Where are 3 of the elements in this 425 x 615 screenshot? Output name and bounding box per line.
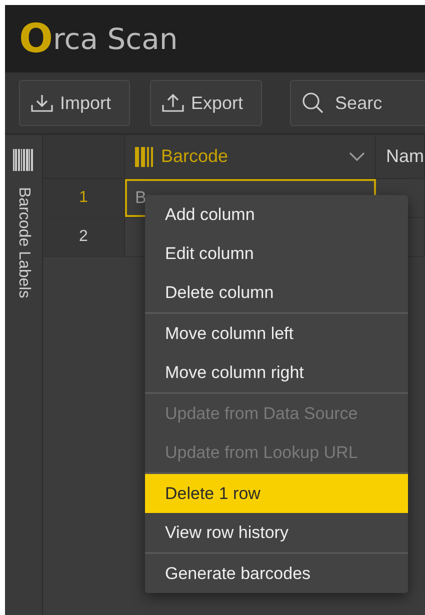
logo: Orca Scan xyxy=(19,18,178,58)
row-number: 2 xyxy=(42,218,125,256)
row-number: 1 xyxy=(42,179,125,217)
